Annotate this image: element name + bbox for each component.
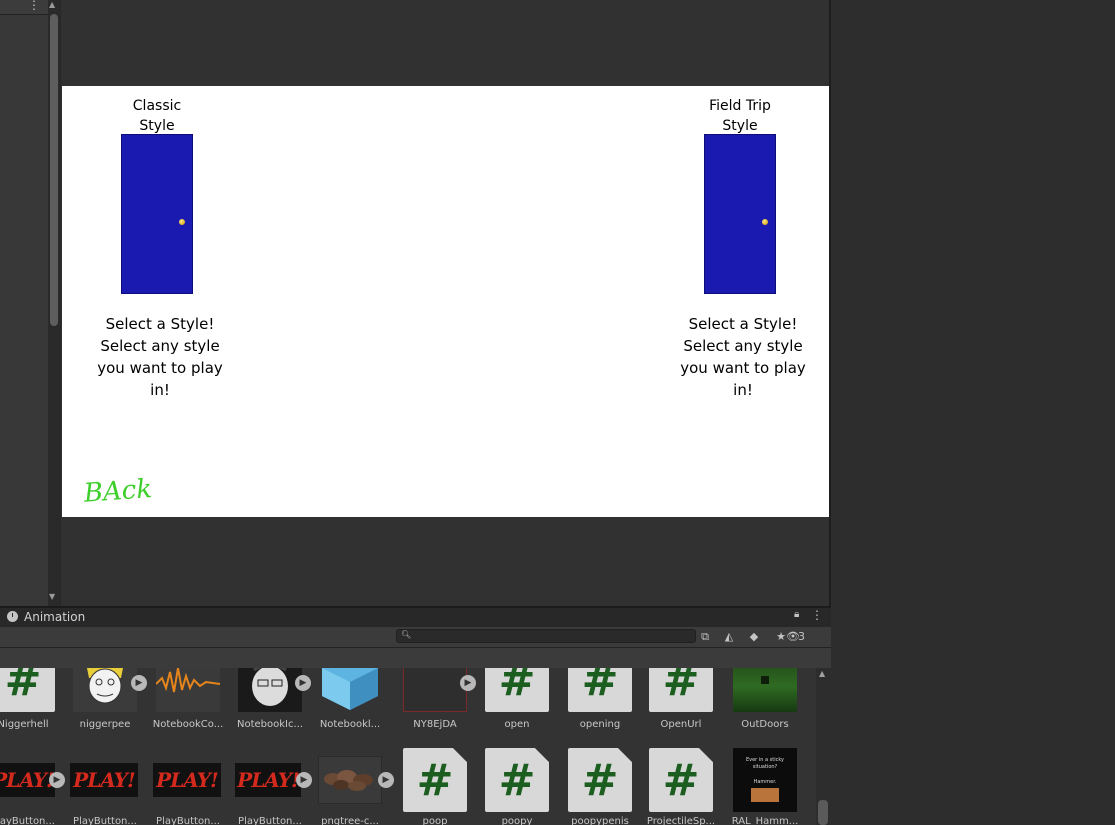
classic-style-description: Select a Style! Select any style you wan… bbox=[90, 313, 230, 401]
script-icon: # bbox=[485, 668, 549, 712]
script-icon: # bbox=[403, 748, 467, 812]
scroll-up-icon[interactable]: ▲ bbox=[819, 669, 825, 678]
play-icon[interactable]: ▶ bbox=[296, 772, 312, 788]
classic-desc-line4: in! bbox=[150, 381, 170, 399]
play-icon[interactable]: ▶ bbox=[49, 772, 65, 788]
image-thumbnail: PLAY! bbox=[70, 763, 138, 797]
asset-label: pngtree-c... bbox=[321, 816, 379, 825]
asset-label: PlayButton... bbox=[238, 816, 302, 825]
image-thumbnail bbox=[73, 668, 137, 712]
video-thumbnail bbox=[403, 668, 467, 712]
breadcrumb bbox=[0, 648, 831, 669]
animation-tab-bar bbox=[0, 608, 831, 628]
filter-by-type-icon[interactable]: ◭ bbox=[719, 628, 739, 645]
scroll-up-icon[interactable]: ▲ bbox=[49, 0, 55, 9]
asset-scrollbar-thumb[interactable] bbox=[818, 800, 828, 825]
asset-label: niggerpee bbox=[79, 719, 131, 730]
editor-scrollbar-thumb[interactable] bbox=[50, 14, 58, 326]
hierarchy-panel bbox=[0, 0, 49, 607]
back-button[interactable]: BAck bbox=[83, 473, 165, 512]
script-icon: # bbox=[485, 748, 549, 812]
asset-label: NotebookCo... bbox=[152, 719, 224, 730]
asset-label: NotebookIc... bbox=[236, 719, 304, 730]
asset-label: OutDoors bbox=[741, 719, 789, 730]
field-trip-title-line1: Field Trip bbox=[709, 98, 771, 114]
classic-style-title-line1: Classic bbox=[132, 98, 182, 114]
asset-label: OpenUrl bbox=[660, 719, 702, 730]
asset-label: Niggerhell bbox=[0, 719, 49, 730]
scroll-down-icon[interactable]: ▼ bbox=[49, 592, 55, 601]
image-thumbnail bbox=[238, 668, 302, 712]
asset-label: opening bbox=[579, 719, 621, 730]
asset-label: open bbox=[504, 719, 530, 730]
image-thumbnail bbox=[733, 668, 797, 712]
kebab-icon[interactable]: ⋮ bbox=[811, 608, 823, 622]
classic-style-door[interactable] bbox=[121, 134, 193, 294]
play-icon[interactable]: ▶ bbox=[295, 675, 311, 691]
classic-style-title: Classic Style bbox=[102, 96, 212, 136]
field-trip-desc-line2: Select any style bbox=[683, 337, 803, 355]
clock-icon bbox=[7, 611, 18, 622]
hierarchy-toolbar bbox=[0, 0, 48, 15]
asset-label: ProjectileSp... bbox=[646, 816, 716, 825]
field-trip-style-door[interactable] bbox=[704, 134, 776, 294]
play-icon[interactable]: ▶ bbox=[131, 675, 147, 691]
script-icon: # bbox=[568, 748, 632, 812]
play-icon[interactable]: ▶ bbox=[378, 772, 394, 788]
script-icon: # bbox=[0, 668, 55, 712]
asset-label: PlayButton... bbox=[0, 816, 55, 825]
asset-label: poop bbox=[422, 816, 448, 825]
inspector-panel bbox=[831, 0, 1115, 825]
classic-desc-line1: Select a Style! bbox=[105, 315, 215, 333]
audio-waveform-icon bbox=[155, 668, 221, 712]
search-by-type-icon[interactable]: ⧉ bbox=[695, 628, 715, 645]
field-trip-title-line2: Style bbox=[722, 118, 758, 134]
image-thumbnail: PLAY! bbox=[235, 763, 301, 797]
image-thumbnail: PLAY! bbox=[0, 763, 55, 797]
classic-desc-line2: Select any style bbox=[100, 337, 220, 355]
asset-label: PlayButton... bbox=[156, 816, 220, 825]
search-icon: 🔍︎ bbox=[401, 630, 412, 639]
play-icon[interactable]: ▶ bbox=[460, 675, 476, 691]
door-knob bbox=[762, 219, 768, 225]
poster-text: Ever in a sticky bbox=[745, 757, 785, 763]
asset-label: RAL_Hamm... bbox=[731, 816, 799, 825]
field-trip-style-title: Field Trip Style bbox=[685, 96, 795, 136]
asset-label: PlayButton... bbox=[73, 816, 137, 825]
asset-label: poopypenis bbox=[571, 816, 629, 825]
asset-label: NY8EjDA bbox=[413, 719, 457, 730]
tab-animation[interactable]: Animation bbox=[24, 610, 85, 624]
script-icon: # bbox=[649, 668, 713, 712]
script-icon: # bbox=[649, 748, 713, 812]
search-input[interactable] bbox=[396, 629, 696, 643]
poster-text: situation? bbox=[752, 764, 778, 770]
game-canvas: Classic Style Select a Style! Select any… bbox=[62, 86, 829, 517]
field-trip-desc-line4: in! bbox=[733, 381, 753, 399]
field-trip-desc-line3: you want to play bbox=[680, 359, 806, 377]
hidden-count: 3 bbox=[798, 630, 805, 643]
asset-label: Notebookl... bbox=[319, 719, 381, 730]
door-knob bbox=[179, 219, 185, 225]
lock-icon[interactable]: 🔒︎ bbox=[794, 609, 799, 620]
script-icon: # bbox=[568, 668, 632, 712]
poster-text: Hammer. bbox=[753, 779, 777, 785]
classic-desc-line3: you want to play bbox=[97, 359, 223, 377]
prefab-cube-icon bbox=[318, 668, 382, 712]
classic-style-title-line2: Style bbox=[139, 118, 175, 134]
image-thumbnail bbox=[318, 756, 382, 804]
image-thumbnail: PLAY! bbox=[153, 763, 221, 797]
image-thumbnail: Ever in a sticky situation? Hammer. bbox=[733, 748, 797, 812]
asset-grid: # Niggerhell ▶ niggerpee NotebookCo... ▶… bbox=[0, 668, 816, 825]
asset-label: poopy bbox=[501, 816, 533, 825]
field-trip-desc-line1: Select a Style! bbox=[688, 315, 798, 333]
label-tag-icon[interactable]: ◆ bbox=[744, 628, 764, 645]
field-trip-style-description: Select a Style! Select any style you wan… bbox=[673, 313, 813, 401]
kebab-icon[interactable]: ⋮ bbox=[28, 0, 40, 12]
